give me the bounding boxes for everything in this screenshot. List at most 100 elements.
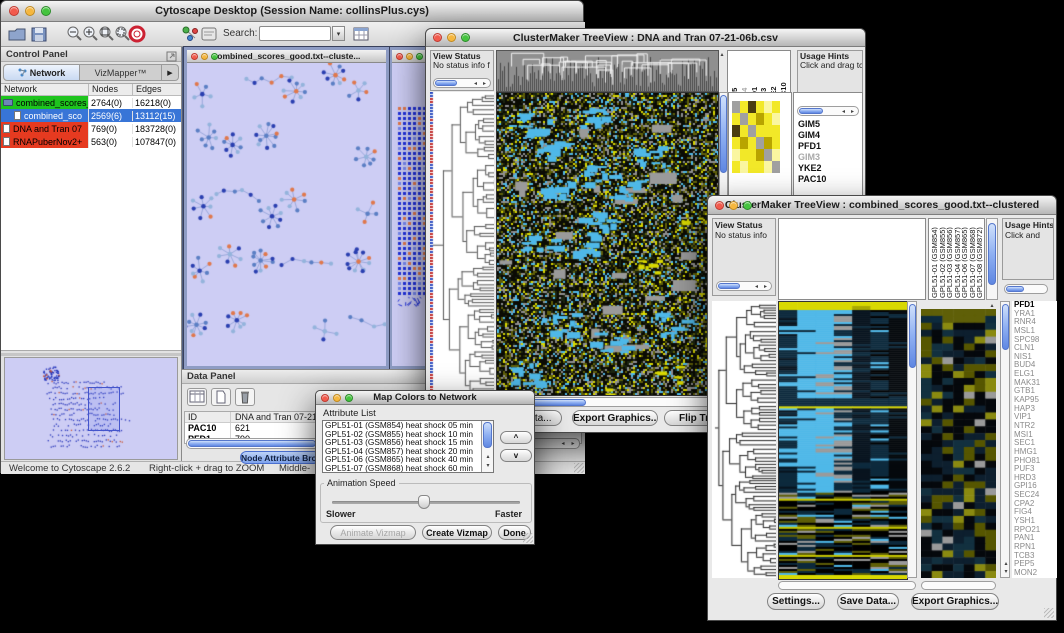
annotation-icon[interactable] <box>199 24 219 44</box>
attribute-item[interactable]: GPL51-06 (GSM865) heat shock 40 min <box>323 455 481 464</box>
tv2-gene-item[interactable]: FIG4 <box>1012 508 1057 517</box>
create-vizmap-button[interactable]: Create Vizmap <box>422 525 492 540</box>
tv2-gene-item[interactable]: NTR2 <box>1012 422 1057 431</box>
resize-grip[interactable] <box>1044 608 1054 618</box>
zoom-window-button[interactable] <box>345 394 353 402</box>
move-up-button[interactable]: ^ <box>500 431 532 444</box>
tv1-row-dendrogram[interactable] <box>430 92 494 394</box>
dialog-titlebar[interactable]: Map Colors to Network <box>316 391 534 405</box>
tv2-gene-item[interactable]: SPC98 <box>1012 336 1057 345</box>
tv2-gene-item[interactable]: PFD1 <box>1012 301 1057 310</box>
panel-splitter[interactable] <box>1 353 181 356</box>
attr-col-id[interactable]: ID <box>185 412 231 422</box>
close-button[interactable] <box>396 53 403 60</box>
tv2-column-label[interactable]: GPL51-08 (GSM872) <box>975 220 983 298</box>
birdseye-view[interactable] <box>4 357 178 460</box>
save-session-button[interactable] <box>29 24 49 44</box>
tv2-export-graphics-button[interactable]: Export Graphics... <box>911 593 999 610</box>
tv2-gene-item[interactable]: SEC24 <box>1012 491 1057 500</box>
tv2-gene-item[interactable]: GTB1 <box>1012 387 1057 396</box>
move-down-button[interactable]: v <box>500 449 532 462</box>
tv2-row-dendrogram[interactable] <box>712 301 776 578</box>
main-titlebar[interactable]: Cytoscape Desktop (Session Name: collins… <box>1 1 583 22</box>
tv2-gene-item[interactable]: RNR4 <box>1012 318 1057 327</box>
zoom-window-button[interactable] <box>743 201 752 210</box>
open-session-button[interactable] <box>7 24 27 44</box>
tv2-gene-item[interactable]: MSL1 <box>1012 327 1057 336</box>
tv2-heatmap[interactable] <box>778 301 908 580</box>
tv2-gene-item[interactable]: HAP3 <box>1012 405 1057 414</box>
tv2-column-tree-area[interactable] <box>778 218 926 300</box>
tv1-column-dendrogram[interactable] <box>496 50 719 92</box>
tv1-mini-matrix[interactable] <box>732 101 780 173</box>
tv1-export-graphics-button[interactable]: Export Graphics... <box>572 410 658 426</box>
tv1-gene-item[interactable]: YKE2 <box>796 163 860 174</box>
speed-slider-thumb[interactable] <box>418 495 430 509</box>
attribute-item[interactable]: GPL51-02 (GSM855) heat shock 10 min <box>323 430 481 439</box>
zoom-window-button[interactable] <box>416 53 423 60</box>
minimize-button[interactable] <box>406 53 413 60</box>
tv2-gene-item[interactable]: PEP5 <box>1012 560 1057 569</box>
network-tree-row[interactable]: DNA and Tran 07 769(0) 183728(0) <box>1 122 181 135</box>
search-input[interactable] <box>259 26 331 41</box>
tv2-gene-item[interactable]: YSH1 <box>1012 517 1057 526</box>
tv2-save-data-button[interactable]: Save Data... <box>837 593 899 610</box>
tv2-gene-item[interactable]: ELG1 <box>1012 370 1057 379</box>
attribute-list-scrollbar[interactable]: ▴ ▾ <box>481 421 493 472</box>
tv2-gene-item[interactable]: MON2 <box>1012 569 1057 578</box>
network-tree-row[interactable]: combined_sco 2569(6) 13112(15) <box>1 109 181 122</box>
treeview2-titlebar[interactable]: ClusterMaker TreeView : combined_scores_… <box>708 196 1056 215</box>
tv2-gene-item[interactable]: CPA2 <box>1012 500 1057 509</box>
delete-attribute-trash-icon[interactable] <box>235 388 255 406</box>
tv2-gene-item[interactable]: CLN1 <box>1012 344 1057 353</box>
attribute-item[interactable]: GPL51-01 (GSM854) heat shock 05 min <box>323 421 481 430</box>
tv1-status-scrollbar[interactable]: ◂ ▸ <box>433 78 491 88</box>
resize-grip[interactable] <box>523 533 533 543</box>
close-button[interactable] <box>321 394 329 402</box>
tab-vizmapper[interactable]: VizMapper™ <box>80 65 162 80</box>
tv2-gene-item[interactable]: RPN1 <box>1012 543 1057 552</box>
tv2-gene-item[interactable]: NIS1 <box>1012 353 1057 362</box>
attribute-browser-icon[interactable] <box>351 24 371 44</box>
tv2-settings-button[interactable]: Settings... <box>767 593 825 610</box>
tv2-heatmap-vscrollbar[interactable] <box>907 301 917 578</box>
tv2-gene-scrollbar[interactable]: ▴ ▾ <box>1000 301 1010 578</box>
search-dropdown-arrow[interactable]: ▾ <box>332 26 345 41</box>
network1-titlebar[interactable]: combined_scores_good.txt--cluste... <box>187 50 386 63</box>
tv1-gene-item[interactable]: GIM5 <box>796 119 860 130</box>
tv2-summary-hscrollbar[interactable] <box>921 581 996 590</box>
tv2-collabel-scrollbar[interactable] <box>986 218 998 300</box>
close-button[interactable] <box>433 33 442 42</box>
tv2-gene-item[interactable]: GPI16 <box>1012 482 1057 491</box>
tv2-column-label[interactable]: GPL51-03 (GSM856) <box>945 220 953 298</box>
network-tree-row[interactable]: RNAPuberNov2+ 563(0) 107847(0) <box>1 135 181 148</box>
tv2-gene-item[interactable]: TCB3 <box>1012 552 1057 561</box>
attribute-item[interactable]: GPL51-04 (GSM857) heat shock 20 min <box>323 447 481 456</box>
zoom-window-button[interactable] <box>461 33 470 42</box>
tv2-gene-item[interactable]: VIP1 <box>1012 413 1057 422</box>
new-attribute-icon[interactable] <box>211 388 231 406</box>
tv1-gene-item[interactable]: PFD1 <box>796 141 860 152</box>
tv2-gene-item[interactable]: HRD3 <box>1012 474 1057 483</box>
minimize-button[interactable] <box>201 53 208 60</box>
minimize-button[interactable] <box>729 201 738 210</box>
tv1-gene-item[interactable]: GIM4 <box>796 130 860 141</box>
tv2-gene-item[interactable]: RPO21 <box>1012 526 1057 535</box>
network1-canvas-graph-view[interactable] <box>187 63 386 366</box>
minimize-button[interactable] <box>447 33 456 42</box>
birdseye-viewport-rect[interactable] <box>88 387 120 431</box>
tv2-summary-heatmap[interactable] <box>921 309 996 578</box>
tab-overflow-arrow[interactable]: ▶ <box>162 65 178 80</box>
tab-network[interactable]: Network <box>4 65 80 80</box>
zoom-window-button[interactable] <box>41 6 51 16</box>
tv1-gene-item[interactable]: PAC10 <box>796 174 860 185</box>
select-attributes-icon[interactable] <box>187 388 207 406</box>
attribute-item[interactable]: GPL51-03 (GSM856) heat shock 15 min <box>323 438 481 447</box>
zoom-window-button[interactable] <box>211 53 218 60</box>
tv2-heatmap-hscrollbar[interactable] <box>778 581 916 590</box>
attribute-item[interactable]: GPL51-07 (GSM868) heat shock 60 min <box>323 464 481 472</box>
close-button[interactable] <box>191 53 198 60</box>
animate-vizmap-button[interactable]: Animate Vizmap <box>330 525 416 540</box>
tv2-column-label[interactable]: GPL51-06 (GSM865) <box>960 220 968 298</box>
tv1-gene-scrollbar[interactable]: ◂ ▸ <box>797 106 859 116</box>
